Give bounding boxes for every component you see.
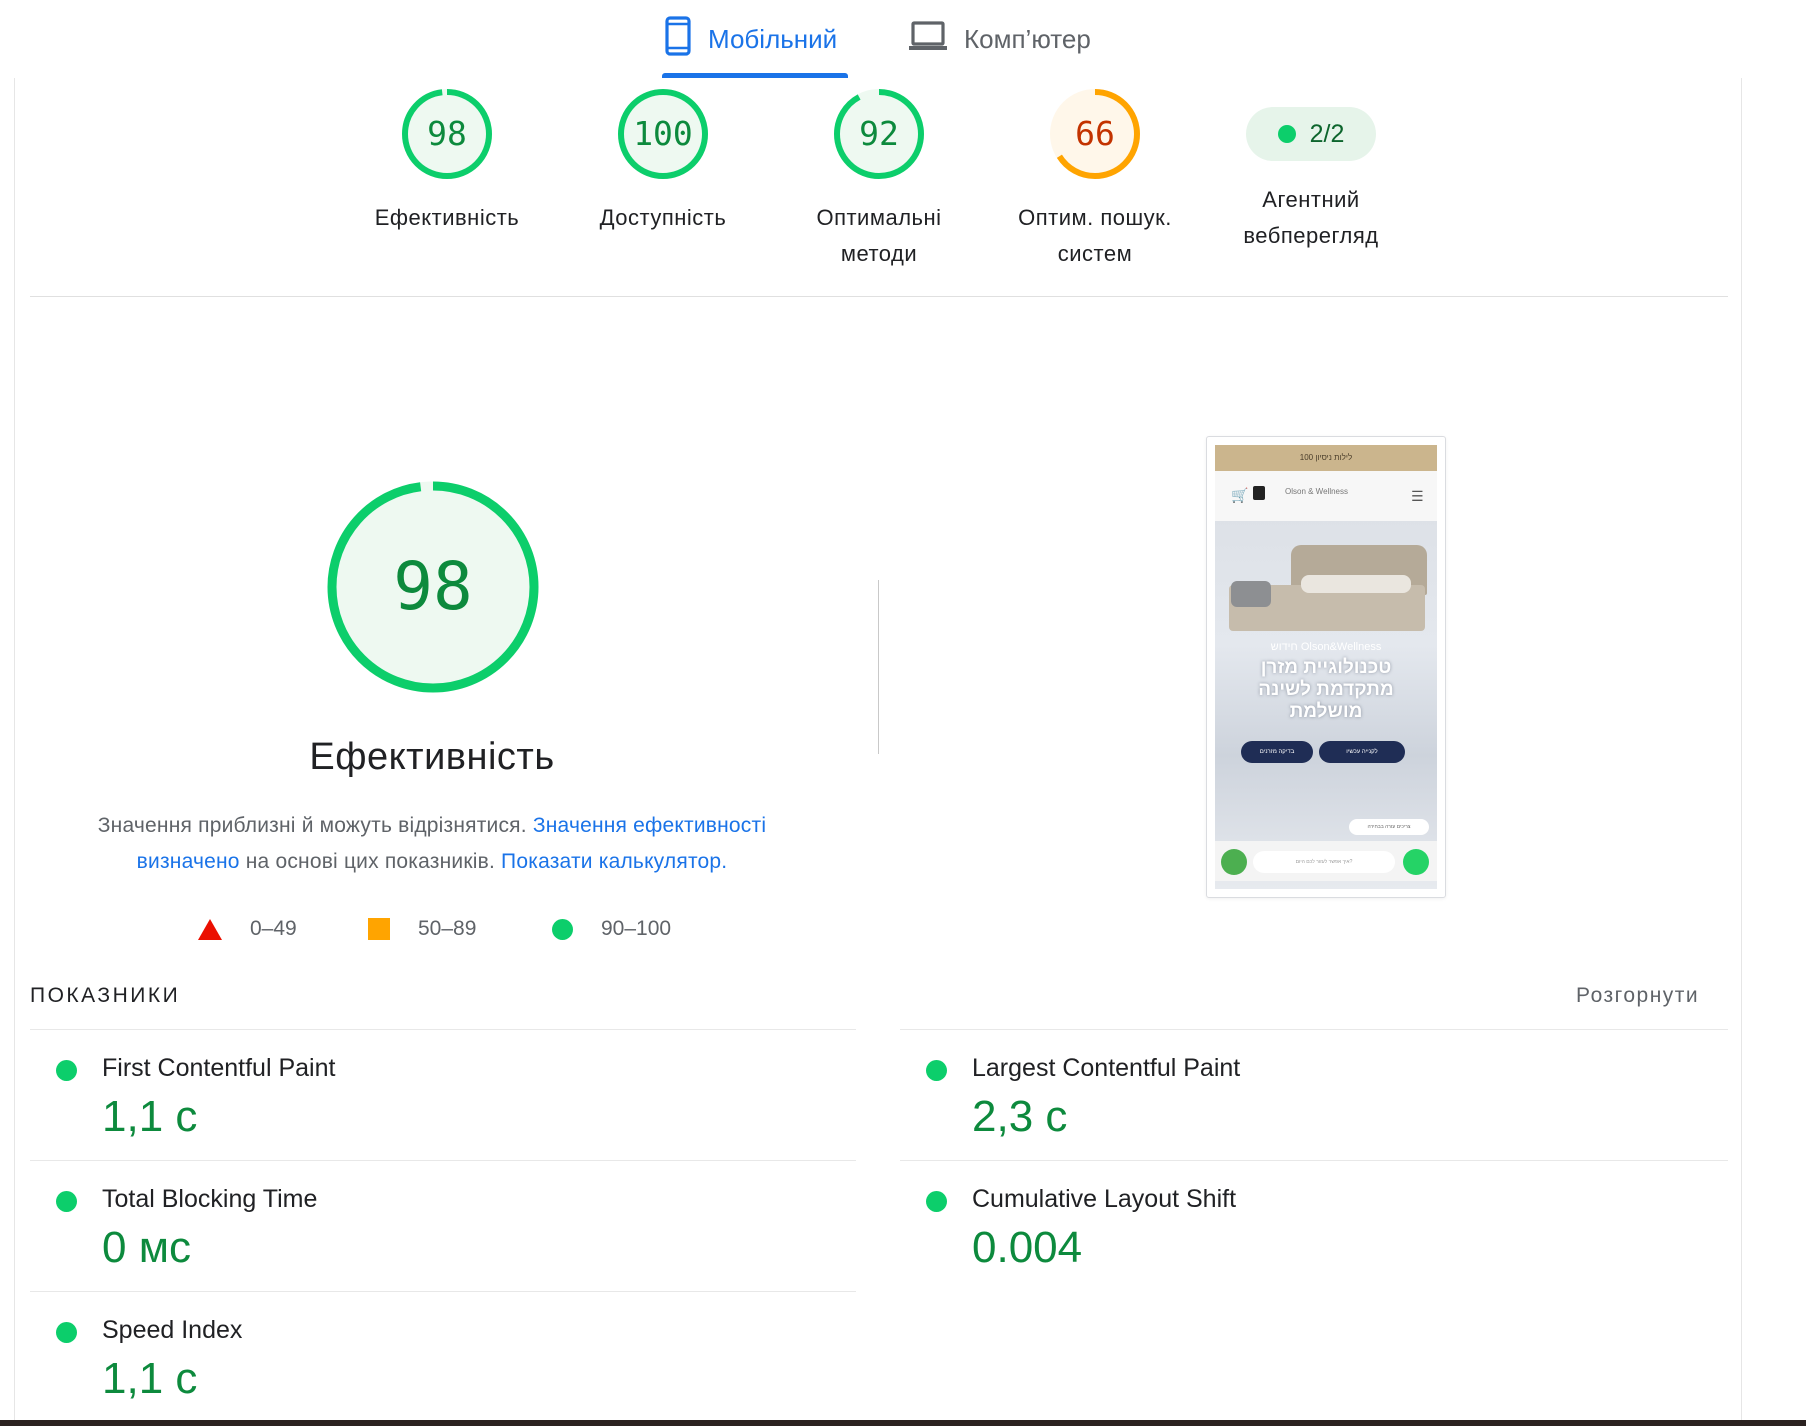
phone-icon xyxy=(1221,849,1247,875)
good-circle-icon xyxy=(926,1191,947,1212)
thumb-brand: חידוש Olson&Wellness xyxy=(1270,641,1382,653)
thumb-button: לקנייה עכשיו xyxy=(1319,741,1405,763)
whatsapp-icon xyxy=(1403,849,1429,875)
device-tabs: Мобільний Комп’ютер xyxy=(0,0,1806,80)
metric-tbt: Total Blocking Time 0 мс xyxy=(30,1177,730,1287)
gauge-best-practices[interactable]: 92 Оптимальні методи xyxy=(779,86,979,272)
expand-view-button[interactable]: Розгорнути xyxy=(1576,984,1699,1008)
tab-mobile[interactable]: Мобільний xyxy=(664,14,837,64)
good-circle-icon xyxy=(56,1191,77,1212)
bag-icon xyxy=(1253,486,1265,500)
final-screenshot[interactable]: 100 לילות ניסיון 🛒 Olson & Wellness ☰ חי… xyxy=(1206,436,1446,898)
smartphone-icon xyxy=(664,15,692,63)
metrics-title: ПОКАЗНИКИ xyxy=(30,984,181,1007)
bed-image xyxy=(1221,545,1431,635)
agentic-value: 2/2 xyxy=(1309,119,1345,148)
metric-name: First Contentful Paint xyxy=(102,1054,336,1082)
legend-range: 90–100 xyxy=(601,917,672,940)
divider xyxy=(30,1291,856,1292)
square-icon xyxy=(368,918,390,940)
good-circle-icon xyxy=(926,1060,947,1081)
legend-average: 50–89 xyxy=(368,914,476,944)
legend-good: 90–100 xyxy=(552,914,671,944)
divider xyxy=(900,1160,1728,1161)
divider xyxy=(30,296,1728,297)
metric-value: 0.004 xyxy=(972,1223,1083,1272)
tab-desktop-label: Комп’ютер xyxy=(964,23,1091,54)
laptop-icon xyxy=(908,20,948,59)
metric-name: Largest Contentful Paint xyxy=(972,1054,1241,1082)
agentic-pill: 2/2 xyxy=(1246,107,1376,161)
vertical-divider xyxy=(878,580,879,754)
gauge-seo[interactable]: 66 Оптим. пошук. систем xyxy=(995,86,1195,272)
thumb-logo: Olson & Wellness xyxy=(1285,487,1348,496)
metric-value: 0 мс xyxy=(102,1223,191,1272)
cart-icon: 🛒 xyxy=(1231,487,1249,503)
good-circle-icon xyxy=(56,1060,77,1081)
gauge-score: 66 xyxy=(1075,114,1115,153)
legend-poor: 0–49 xyxy=(198,914,297,944)
circle-icon xyxy=(552,918,573,940)
metric-fcp: First Contentful Paint 1,1 с xyxy=(30,1046,730,1156)
divider xyxy=(30,1160,856,1161)
tab-desktop[interactable]: Комп’ютер xyxy=(908,14,1091,64)
thumb-banner: 100 לילות ניסיון xyxy=(1215,445,1437,471)
thumb-headline: טכנולוגיית מזרן מתקדמת לשינה מושלמת xyxy=(1258,657,1394,722)
metric-speed-index: Speed Index 1,1 с xyxy=(30,1308,730,1418)
bottom-edge xyxy=(0,1420,1806,1426)
active-tab-indicator xyxy=(662,73,848,78)
divider xyxy=(30,1029,856,1030)
legend-range: 0–49 xyxy=(250,917,297,940)
gauge-label: Оптимальні методи xyxy=(816,205,942,266)
triangle-icon xyxy=(198,918,222,940)
thumb-input: איך אפשר לעזור לכם היום? xyxy=(1253,851,1395,873)
gauge-performance[interactable]: 98 Ефективність xyxy=(347,86,547,236)
note-text: на основі цих показників. xyxy=(245,850,495,873)
metric-value: 1,1 с xyxy=(102,1354,198,1403)
thumb-chip: צריכים עזרה בבחירה xyxy=(1349,819,1429,835)
note-text: Значення приблизні й можуть відрізнятися… xyxy=(97,814,527,837)
screenshot-content: 100 לילות ניסיון 🛒 Olson & Wellness ☰ חי… xyxy=(1215,445,1437,889)
tab-mobile-label: Мобільний xyxy=(708,23,838,54)
thumb-footer: איך אפשר לעזור לכם היום? xyxy=(1215,841,1437,881)
gauge-score: 100 xyxy=(633,114,693,153)
gauge-label: Оптим. пошук. систем xyxy=(1018,205,1172,266)
performance-gauge: 98 xyxy=(322,476,544,698)
gauge-score: 92 xyxy=(859,114,899,153)
thumb-button: בדיקה מזרנים xyxy=(1241,741,1313,763)
metric-value: 1,1 с xyxy=(102,1092,198,1141)
menu-icon: ☰ xyxy=(1411,488,1424,504)
category-gauges: 98 Ефективність 100 Доступність 92 Оптим… xyxy=(0,86,1806,286)
metric-value: 2,3 с xyxy=(972,1092,1068,1141)
thumb-nav: 🛒 Olson & Wellness ☰ xyxy=(1215,471,1437,521)
performance-note: Значення приблизні й можуть відрізнятися… xyxy=(62,808,802,880)
gauge-label: Агентний вебперегляд xyxy=(1243,187,1379,248)
legend-range: 50–89 xyxy=(418,917,477,940)
performance-title: Ефективність xyxy=(309,736,555,778)
good-circle-icon xyxy=(56,1322,77,1343)
metric-name: Cumulative Layout Shift xyxy=(972,1185,1237,1213)
metric-lcp: Largest Contentful Paint 2,3 с xyxy=(900,1046,1600,1156)
show-calculator-link[interactable]: Показати калькулятор. xyxy=(501,850,727,873)
metric-name: Total Blocking Time xyxy=(102,1185,318,1213)
metric-name: Speed Index xyxy=(102,1316,243,1344)
gauge-agentic-browsing[interactable]: 2/2 Агентний вебперегляд xyxy=(1211,86,1411,254)
gauge-accessibility[interactable]: 100 Доступність xyxy=(563,86,763,236)
gauge-score: 98 xyxy=(427,114,467,153)
metric-cls: Cumulative Layout Shift 0.004 xyxy=(900,1177,1600,1287)
performance-score: 98 xyxy=(393,548,473,625)
divider xyxy=(900,1029,1728,1030)
gauge-label: Доступність xyxy=(599,205,727,230)
pass-dot-icon xyxy=(1277,125,1296,143)
gauge-label: Ефективність xyxy=(374,205,520,230)
